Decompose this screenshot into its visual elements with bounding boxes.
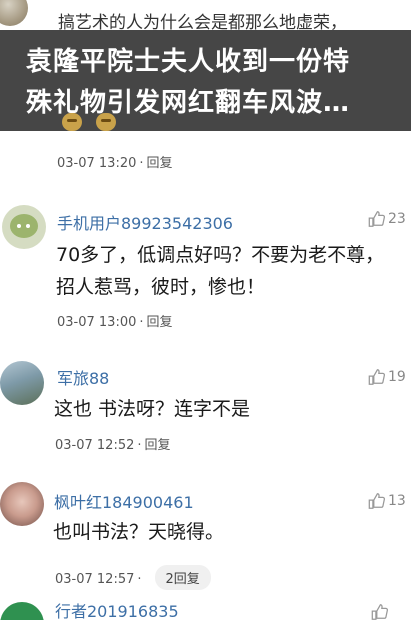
username[interactable]: 枫叶红184900461	[54, 489, 194, 513]
timestamp: 03-07 13:00	[57, 315, 137, 330]
reply-link[interactable]: 回复	[147, 315, 173, 330]
comment-meta: 03-07 13:20 · 回复	[57, 156, 173, 171]
thumbs-up-icon	[368, 369, 386, 385]
avatar[interactable]	[2, 205, 46, 249]
thumbs-up-icon	[368, 211, 386, 227]
avatar-face-icon	[10, 214, 38, 238]
emoji-row	[62, 113, 130, 135]
timestamp: 03-07 12:52	[55, 438, 135, 453]
avatar[interactable]	[0, 482, 44, 526]
emoji-icon	[62, 113, 82, 131]
comment-text: 70多了，低调点好吗？不要为老不尊， 招人惹骂，彼时，惨也！	[56, 244, 385, 298]
username[interactable]: 手机用户89923542306	[57, 210, 233, 234]
comment-text: 这也 书法呀？连字不是	[54, 398, 251, 420]
like-button[interactable]	[370, 603, 391, 620]
like-count: 23	[388, 211, 406, 227]
comment-meta: 03-07 13:00 · 回复	[57, 315, 173, 330]
thumbs-up-icon	[371, 604, 389, 620]
reply-link[interactable]: 回复	[147, 156, 173, 171]
comment-meta: 03-07 12:52 · 回复	[55, 438, 171, 453]
comment-text: 也叫书法？天晓得。	[53, 521, 225, 543]
thumbs-up-icon	[368, 493, 386, 509]
like-count: 19	[388, 369, 406, 385]
comment-meta: 03-07 12:57 · 2回复	[55, 565, 211, 590]
emoji-icon	[96, 113, 116, 131]
headline-line-1: 袁隆平院士夫人收到一份特	[26, 47, 351, 77]
comment-list: 搞艺术的人为什么会是都那么地虚荣， 袁隆平院士夫人收到一份特 殊礼物引发网红翻车…	[0, 0, 411, 620]
replies-button[interactable]: 2回复	[154, 565, 211, 590]
like-button[interactable]: 23	[367, 210, 406, 228]
reply-link[interactable]: 回复	[145, 438, 171, 453]
like-button[interactable]: 13	[367, 492, 406, 510]
avatar[interactable]	[0, 0, 28, 26]
like-count: 13	[388, 493, 406, 509]
username[interactable]: 行者201916835	[55, 598, 179, 620]
like-button[interactable]: 19	[367, 368, 406, 386]
timestamp: 03-07 12:57	[55, 572, 135, 587]
avatar[interactable]	[0, 361, 44, 405]
avatar[interactable]	[0, 602, 44, 620]
username[interactable]: 军旅88	[57, 365, 109, 389]
timestamp: 03-07 13:20	[57, 156, 137, 171]
